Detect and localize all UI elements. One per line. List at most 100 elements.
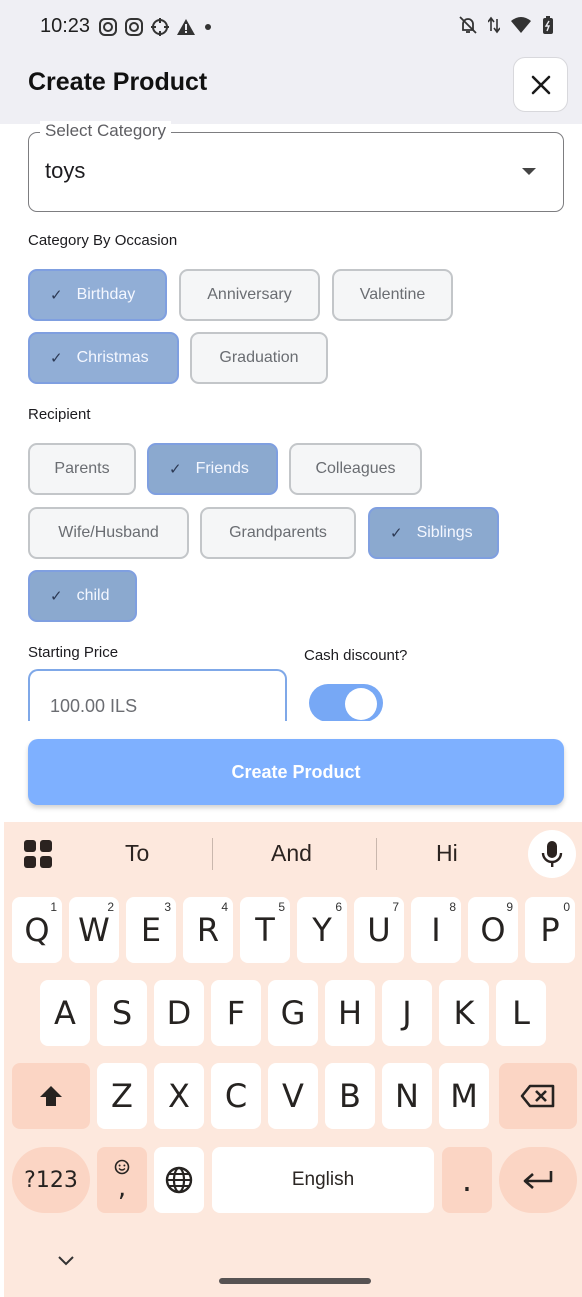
- enter-icon: [523, 1171, 553, 1189]
- space-bar[interactable]: English: [212, 1147, 434, 1213]
- check-icon: ✓: [390, 525, 403, 542]
- key-w[interactable]: W2: [69, 897, 119, 963]
- key-hint: 9: [506, 900, 513, 914]
- create-product-button[interactable]: Create Product: [28, 739, 564, 805]
- dropdown-caret-icon: [522, 168, 536, 175]
- chip-label: Siblings: [416, 524, 473, 541]
- key-j[interactable]: J: [382, 980, 432, 1046]
- emoji-comma-key[interactable]: ,: [97, 1147, 147, 1213]
- key-b[interactable]: B: [325, 1063, 375, 1129]
- globe-icon: [165, 1166, 193, 1194]
- mic-icon: [541, 841, 563, 867]
- chip-occasion-valentine[interactable]: Valentine: [332, 269, 453, 321]
- backspace-icon: [520, 1084, 555, 1108]
- key-q[interactable]: Q1: [12, 897, 62, 963]
- chip-occasion-anniversary[interactable]: Anniversary: [179, 269, 320, 321]
- key-k[interactable]: K: [439, 980, 489, 1046]
- key-s[interactable]: S: [97, 980, 147, 1046]
- chip-recipient-grandparents[interactable]: Grandparents: [200, 507, 356, 559]
- chip-recipient-wife-husband[interactable]: Wife/Husband: [28, 507, 189, 559]
- key-label: T: [255, 911, 275, 949]
- chip-label: Anniversary: [207, 286, 292, 303]
- key-t[interactable]: T5: [240, 897, 290, 963]
- key-c[interactable]: C: [211, 1063, 261, 1129]
- chip-recipient-parents[interactable]: Parents: [28, 443, 136, 495]
- chip-recipient-friends[interactable]: ✓ Friends: [147, 443, 278, 495]
- chip-recipient-child[interactable]: ✓ child: [28, 570, 137, 622]
- key-label: W: [78, 911, 110, 949]
- key-r[interactable]: R4: [183, 897, 233, 963]
- key-u[interactable]: U7: [354, 897, 404, 963]
- key-g[interactable]: G: [268, 980, 318, 1046]
- chip-label: Parents: [54, 460, 110, 477]
- page-title: Create Product: [28, 68, 208, 96]
- chip-recipient-colleagues[interactable]: Colleagues: [289, 443, 422, 495]
- key-d[interactable]: D: [154, 980, 204, 1046]
- key-hint: 6: [335, 900, 342, 914]
- suggestion-3[interactable]: Hi: [436, 840, 458, 867]
- key-o[interactable]: O9: [468, 897, 518, 963]
- key-label: P: [540, 911, 560, 949]
- key-z[interactable]: Z: [97, 1063, 147, 1129]
- soft-keyboard: [4, 822, 582, 1297]
- bell-off-icon: [459, 16, 477, 34]
- key-m[interactable]: M: [439, 1063, 489, 1129]
- chip-occasion-graduation[interactable]: Graduation: [190, 332, 328, 384]
- key-l[interactable]: L: [496, 980, 546, 1046]
- enter-key[interactable]: [499, 1147, 577, 1213]
- close-icon: [531, 75, 550, 94]
- close-button[interactable]: [513, 57, 568, 112]
- chip-recipient-siblings[interactable]: ✓ Siblings: [368, 507, 499, 559]
- key-a[interactable]: A: [40, 980, 90, 1046]
- category-select[interactable]: [28, 132, 564, 212]
- key-e[interactable]: E3: [126, 897, 176, 963]
- chip-label: Friends: [195, 460, 249, 477]
- chip-label: Wife/Husband: [58, 524, 159, 541]
- status-bar: 10:23: [0, 0, 582, 52]
- shift-key[interactable]: [12, 1063, 90, 1129]
- language-key[interactable]: [154, 1147, 204, 1213]
- wifi-icon: [511, 17, 531, 33]
- period-key[interactable]: .: [442, 1147, 492, 1213]
- gesture-nav-handle[interactable]: [219, 1278, 371, 1284]
- status-notification-icons: [98, 17, 214, 37]
- chip-label: child: [76, 587, 110, 604]
- check-icon: ✓: [169, 461, 182, 478]
- symbols-key[interactable]: ?123: [12, 1147, 90, 1213]
- instagram-icon: [125, 18, 143, 36]
- key-p[interactable]: P0: [525, 897, 575, 963]
- chip-occasion-birthday[interactable]: ✓ Birthday: [28, 269, 167, 321]
- key-i[interactable]: I8: [411, 897, 461, 963]
- data-arrows-icon: [488, 16, 500, 34]
- battery-icon: [543, 16, 553, 34]
- shift-icon: [40, 1086, 62, 1106]
- dot-icon: [205, 24, 211, 30]
- key-hint: 1: [50, 900, 57, 914]
- key-f[interactable]: F: [211, 980, 261, 1046]
- mic-button[interactable]: [528, 830, 576, 878]
- starting-price-label: Starting Price: [28, 644, 119, 661]
- chip-label: Birthday: [76, 286, 136, 303]
- suggestion-2[interactable]: And: [271, 840, 312, 867]
- chip-occasion-christmas[interactable]: ✓ Christmas: [28, 332, 179, 384]
- key-y[interactable]: Y6: [297, 897, 347, 963]
- key-label: R: [196, 911, 220, 949]
- key-x[interactable]: X: [154, 1063, 204, 1129]
- key-v[interactable]: V: [268, 1063, 318, 1129]
- key-label: E: [140, 911, 162, 949]
- key-label: U: [367, 911, 391, 949]
- apps-grid-icon[interactable]: [23, 839, 53, 869]
- key-hint: 0: [563, 900, 570, 914]
- starting-price-value: 100.00 ILS: [50, 696, 138, 716]
- chip-label: Valentine: [359, 286, 426, 303]
- keyboard-hide-chevron-icon[interactable]: [57, 1255, 75, 1267]
- app-header: 10:23 Create Product: [0, 0, 582, 124]
- chip-label: Grandparents: [229, 524, 327, 541]
- backspace-key[interactable]: [499, 1063, 577, 1129]
- key-h[interactable]: H: [325, 980, 375, 1046]
- instagram-icon: [99, 18, 117, 36]
- settings-target-icon: [151, 18, 169, 36]
- category-select-label: Select Category: [40, 121, 171, 141]
- key-n[interactable]: N: [382, 1063, 432, 1129]
- suggestion-1[interactable]: To: [125, 840, 149, 867]
